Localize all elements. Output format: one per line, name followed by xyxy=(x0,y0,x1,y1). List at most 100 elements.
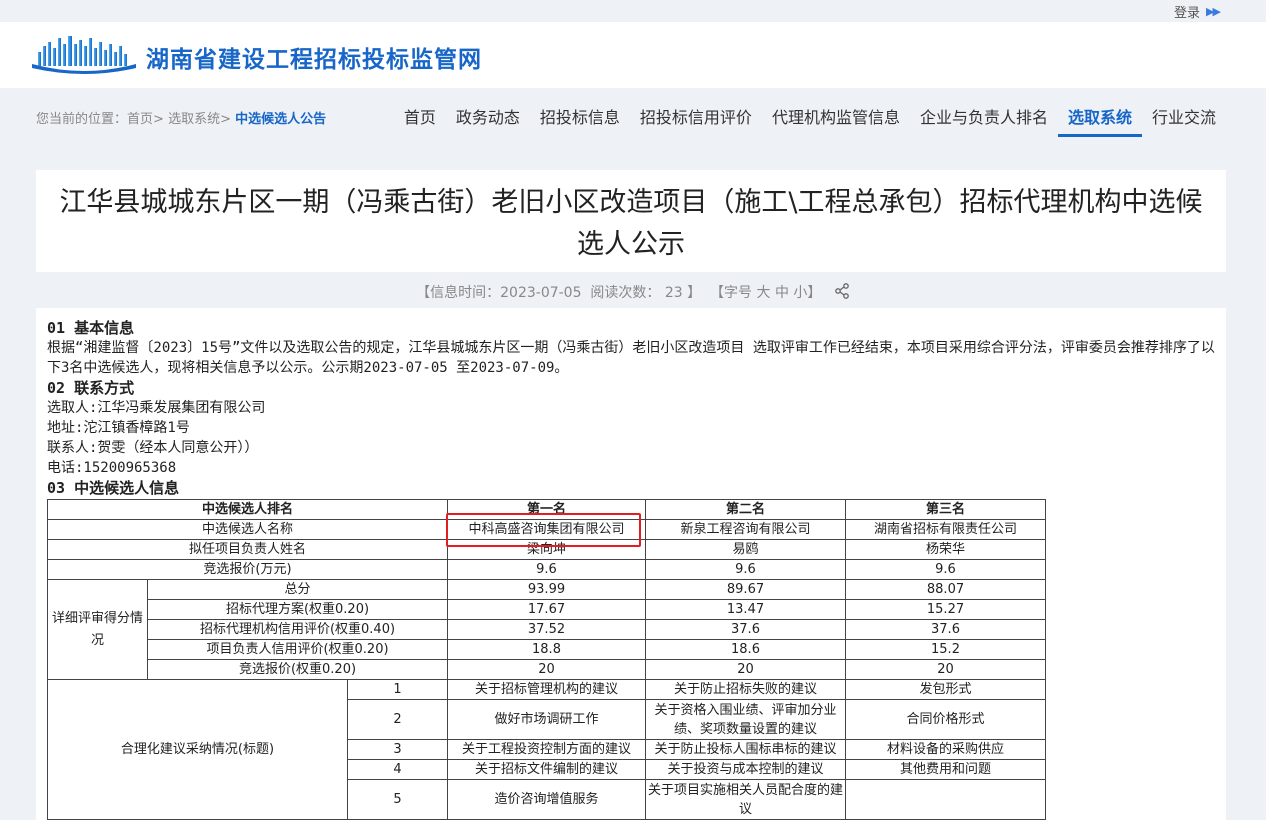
nav-item-bidding-info[interactable]: 招投标信息 xyxy=(530,104,630,137)
suggest-value: 造价咨询增值服务 xyxy=(447,779,646,820)
nav-item-ranking[interactable]: 企业与负责人排名 xyxy=(910,104,1058,137)
meta-time: 【信息时间：2023-07-05 xyxy=(416,285,582,301)
suggest-no: 3 xyxy=(347,739,448,760)
bid-value: 9.6 xyxy=(845,559,1046,580)
article-title: 江华县城城东片区一期（冯乘古街）老旧小区改造项目（施工\工程总承包）招标代理机构… xyxy=(59,187,1203,260)
site-header: 湖南省建设工程招标投标监管网 xyxy=(0,22,1266,88)
nav-item-credit[interactable]: 招投标信用评价 xyxy=(630,104,762,137)
score-value: 37.6 xyxy=(845,619,1046,640)
pm-name: 梁向坤 xyxy=(447,539,646,560)
table-row: 项目负责人信用评价(权重0.20) 18.8 18.6 15.2 xyxy=(48,639,1046,660)
login-label: 登录 xyxy=(1174,6,1201,21)
detail-label: 详细评审得分情况 xyxy=(47,579,148,680)
suggest-no: 2 xyxy=(347,699,448,740)
suggest-value: 关于投资与成本控制的建议 xyxy=(645,759,846,780)
suggest-value: 关于招标文件编制的建议 xyxy=(447,759,646,780)
score-label: 项目负责人信用评价(权重0.20) xyxy=(147,639,448,660)
score-value: 15.27 xyxy=(845,599,1046,620)
nav-item-news[interactable]: 政务动态 xyxy=(446,104,530,137)
suggest-value: 关于项目实施相关人员配合度的建议 xyxy=(645,779,846,820)
contact-phone: 电话:15200965368 xyxy=(47,460,177,476)
fontsize-prefix: 【字号 xyxy=(710,285,753,301)
share-icon[interactable] xyxy=(834,283,850,303)
table-row: 中选候选人排名 第一名 第二名 第三名 xyxy=(47,499,1046,520)
suggest-value: 做好市场调研工作 xyxy=(447,699,646,740)
suggest-value xyxy=(845,779,1046,820)
rank-header: 中选候选人排名 xyxy=(47,499,448,520)
rank-cell: 第一名 xyxy=(447,499,646,520)
score-label: 招标代理机构信用评价(权重0.40) xyxy=(147,619,448,640)
breadcrumb-separator: > xyxy=(220,112,231,127)
candidate-name: 中科高盛咨询集团有限公司 xyxy=(447,519,646,540)
site-title[interactable]: 湖南省建设工程招标投标监管网 xyxy=(146,40,482,74)
candidates-table: 中选候选人排名 第一名 第二名 第三名 中选候选人名称 中科高盛咨询集团有限公司… xyxy=(47,499,1046,820)
contact-person: 联系人:贺雯（经本人同意公开）） xyxy=(47,440,259,456)
contact-selector: 选取人:江华冯乘发展集团有限公司 xyxy=(47,400,266,416)
pm-name: 杨荣华 xyxy=(845,539,1046,560)
article-body: 01 基本信息 根据“湘建监督〔2023〕15号”文件以及选取公告的规定，江华县… xyxy=(47,318,1217,498)
suggest-value: 其他费用和问题 xyxy=(845,759,1046,780)
row-label: 中选候选人名称 xyxy=(47,519,448,540)
rank-cell: 第三名 xyxy=(845,499,1046,520)
score-value: 15.2 xyxy=(845,639,1046,660)
top-strip: 登录 ▶▶ xyxy=(0,0,1266,22)
score-value: 37.52 xyxy=(447,619,646,640)
suggest-value: 合同价格形式 xyxy=(845,699,1046,740)
suggest-label: 合理化建议采纳情况(标题) xyxy=(47,679,348,820)
score-value: 18.6 xyxy=(645,639,846,660)
nav-item-home[interactable]: 首页 xyxy=(394,104,446,137)
section-title-candidates: 03 中选候选人信息 xyxy=(47,479,180,497)
double-arrow-icon: ▶▶ xyxy=(1206,5,1221,18)
suggest-no: 4 xyxy=(347,759,448,780)
row-label: 竞选报价(万元) xyxy=(47,559,448,580)
bid-value: 9.6 xyxy=(645,559,846,580)
rank-cell: 第二名 xyxy=(645,499,846,520)
score-value: 20 xyxy=(845,659,1046,680)
suggest-value: 关于工程投资控制方面的建议 xyxy=(447,739,646,760)
score-value: 20 xyxy=(645,659,846,680)
breadcrumb-section[interactable]: 选取系统 xyxy=(168,112,220,127)
score-value: 13.47 xyxy=(645,599,846,620)
table-row: 竞选报价(权重0.20) 20 20 20 xyxy=(48,659,1046,680)
contact-address: 地址:沱江镇香樟路1号 xyxy=(47,420,190,436)
nav-item-agency[interactable]: 代理机构监管信息 xyxy=(762,104,910,137)
score-value: 89.67 xyxy=(645,579,846,600)
bid-value: 9.6 xyxy=(447,559,646,580)
suggest-value: 关于防止招标失败的建议 xyxy=(645,679,846,700)
row-label: 拟任项目负责人姓名 xyxy=(47,539,448,560)
breadcrumb-prefix: 您当前的位置： xyxy=(36,112,128,127)
section-title-basic: 01 基本信息 xyxy=(47,319,135,337)
pm-name: 易鸥 xyxy=(645,539,846,560)
score-value: 93.99 xyxy=(447,579,646,600)
site-logo[interactable] xyxy=(32,34,136,74)
fontsize-big-button[interactable]: 大 xyxy=(757,285,771,301)
score-value: 88.07 xyxy=(845,579,1046,600)
meta-reads: 阅读次数： 23 】 xyxy=(590,285,702,301)
nav-item-exchange[interactable]: 行业交流 xyxy=(1142,104,1226,137)
suggest-value: 材料设备的采购供应 xyxy=(845,739,1046,760)
section-body-basic: 根据“湘建监督〔2023〕15号”文件以及选取公告的规定，江华县城城东片区一期（… xyxy=(47,340,1215,376)
fontsize-small-button[interactable]: 小 xyxy=(793,285,807,301)
score-value: 37.6 xyxy=(645,619,846,640)
suggest-value: 关于招标管理机构的建议 xyxy=(447,679,646,700)
breadcrumb-separator: > xyxy=(153,112,164,127)
section-title-contact: 02 联系方式 xyxy=(47,379,135,397)
login-link[interactable]: 登录 ▶▶ xyxy=(1174,2,1221,21)
score-value: 20 xyxy=(447,659,646,680)
fontsize-suffix: 】 xyxy=(807,285,822,301)
nav-item-selection[interactable]: 选取系统 xyxy=(1057,104,1142,137)
candidate-name: 湖南省招标有限责任公司 xyxy=(845,519,1046,540)
breadcrumb-home[interactable]: 首页 xyxy=(127,112,153,127)
table-row: 招标代理机构信用评价(权重0.40) 37.52 37.6 37.6 xyxy=(48,619,1046,640)
score-value: 18.8 xyxy=(447,639,646,660)
fontsize-mid-button[interactable]: 中 xyxy=(775,285,789,301)
score-label: 招标代理方案(权重0.20) xyxy=(147,599,448,620)
candidate-name: 新泉工程咨询有限公司 xyxy=(645,519,846,540)
article-meta: 【信息时间：2023-07-05 阅读次数： 23 】 【字号 大 中 小】 xyxy=(0,282,1266,303)
suggest-no: 1 xyxy=(347,679,448,700)
table-row: 拟任项目负责人姓名 梁向坤 易鸥 杨荣华 xyxy=(47,539,1046,560)
suggest-no: 5 xyxy=(347,779,448,820)
suggest-value: 发包形式 xyxy=(845,679,1046,700)
table-row: 竞选报价(万元) 9.6 9.6 9.6 xyxy=(47,559,1046,580)
breadcrumb-current: 中选候选人公告 xyxy=(235,112,327,127)
